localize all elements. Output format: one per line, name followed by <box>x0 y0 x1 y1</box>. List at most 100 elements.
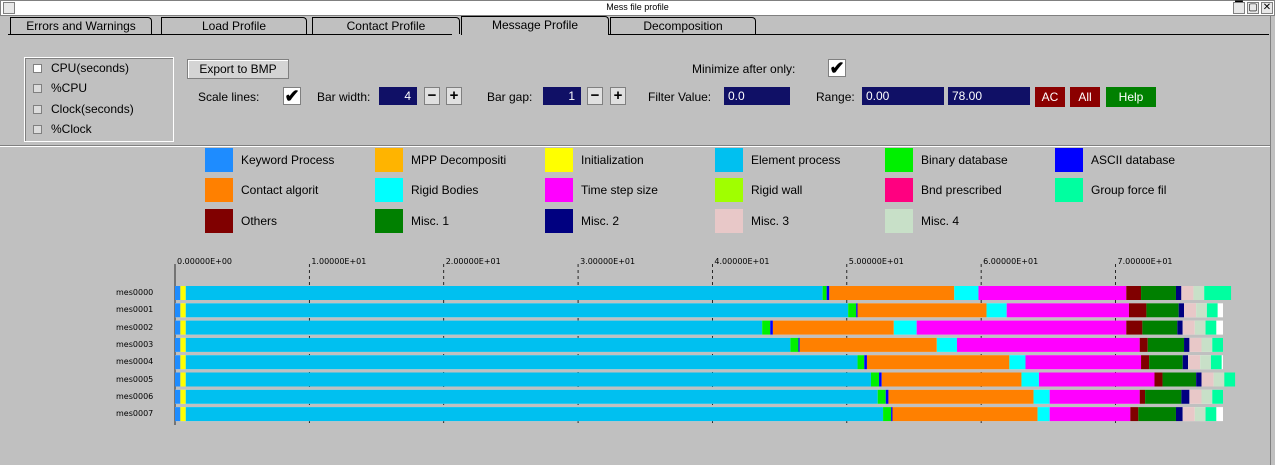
bar-segment-misc-3[interactable] <box>1201 372 1214 387</box>
bar-segment-others[interactable] <box>1128 303 1147 318</box>
bar-segment-misc-1[interactable] <box>1149 355 1183 370</box>
bar-segment-keyword-process[interactable] <box>175 303 181 318</box>
bar-segment-element-process[interactable] <box>185 320 763 335</box>
bar-segment-contact-algorit[interactable] <box>866 355 1010 370</box>
bar-segment-misc-2[interactable] <box>1184 337 1190 352</box>
bar-segment-rigid-bodies[interactable] <box>954 286 979 300</box>
bar-segment-keyword-process[interactable] <box>175 355 181 370</box>
bar-segment-group-force-fil[interactable] <box>1212 389 1223 404</box>
bar-segment-misc-2[interactable] <box>1196 372 1202 387</box>
bar-segment-time-step-size[interactable] <box>1038 372 1155 387</box>
bar-segment-misc-2[interactable] <box>1182 355 1189 370</box>
bar-segment-initialization[interactable] <box>180 320 186 335</box>
bar-segment-ascii-database[interactable] <box>879 372 882 387</box>
bar-segment-misc-4[interactable] <box>1213 372 1225 387</box>
bar-segment-element-process[interactable] <box>185 355 858 370</box>
bar-segment-time-step-size[interactable] <box>1006 303 1129 318</box>
bar-segment-rigid-bodies[interactable] <box>936 337 957 352</box>
bar-segment-rigid-bodies[interactable] <box>1009 355 1026 370</box>
bar-segment-time-step-size[interactable] <box>978 286 1127 300</box>
bar-segment-misc-4[interactable] <box>1193 286 1205 300</box>
bar-segment-rigid-bodies[interactable] <box>986 303 1007 318</box>
bar-segment-time-step-size[interactable] <box>956 337 1140 352</box>
bar-segment-others[interactable] <box>1139 389 1146 404</box>
bar-segment-misc-2[interactable] <box>1175 286 1182 300</box>
bar-segment-ascii-database[interactable] <box>885 389 889 404</box>
bar-segment-contact-algorit[interactable] <box>857 303 987 318</box>
bar-segment-group-force-fil[interactable] <box>1204 286 1232 300</box>
bar-segment-binary-database[interactable] <box>883 407 892 422</box>
bar-segment-group-force-fil[interactable] <box>1210 355 1222 370</box>
bar-segment-group-force-fil[interactable] <box>1206 303 1218 318</box>
bar-segment-initialization[interactable] <box>180 407 186 422</box>
bar-segment-group-force-fil[interactable] <box>1224 372 1236 387</box>
bar-segment-binary-database[interactable] <box>870 372 880 387</box>
bar-segment-time-step-size[interactable] <box>1049 407 1131 422</box>
bar-segment-time-step-size[interactable] <box>1049 389 1140 404</box>
bar-segment-misc-1[interactable] <box>1138 407 1176 422</box>
bar-segment-misc-1[interactable] <box>1142 320 1178 335</box>
bar-segment-misc-1[interactable] <box>1147 337 1185 352</box>
bar-segment-misc-3[interactable] <box>1184 303 1197 318</box>
bar-segment-misc-3[interactable] <box>1189 337 1202 352</box>
bar-segment-ascii-database[interactable] <box>770 320 773 335</box>
bar-segment-group-force-fil[interactable] <box>1212 337 1223 352</box>
bar-segment-keyword-process[interactable] <box>175 286 181 300</box>
bar-segment-time-step-size[interactable] <box>916 320 1127 335</box>
bar-segment-initialization[interactable] <box>180 303 186 318</box>
bar-segment-element-process[interactable] <box>185 389 878 404</box>
bar-segment-misc-2[interactable] <box>1181 389 1190 404</box>
bar-segment-ascii-database[interactable] <box>826 286 830 300</box>
bar-segment-keyword-process[interactable] <box>175 337 181 352</box>
bar-segment-misc-4[interactable] <box>1194 407 1206 422</box>
bar-segment-ascii-database[interactable] <box>856 303 858 318</box>
bar-segment-misc-4[interactable] <box>1194 320 1206 335</box>
bar-segment-misc-1[interactable] <box>1141 286 1176 300</box>
bar-segment-misc-1[interactable] <box>1146 303 1179 318</box>
bar-segment-misc-3[interactable] <box>1182 407 1195 422</box>
bar-segment-rigid-bodies[interactable] <box>1037 407 1050 422</box>
bar-segment-time-step-size[interactable] <box>1025 355 1142 370</box>
bar-segment-others[interactable] <box>1154 372 1163 387</box>
bar-segment-misc-2[interactable] <box>1175 407 1183 422</box>
bar-segment-ascii-database[interactable] <box>798 337 800 352</box>
bar-segment-initialization[interactable] <box>180 337 186 352</box>
bar-segment-misc-1[interactable] <box>1145 389 1182 404</box>
bar-segment-keyword-process[interactable] <box>175 389 181 404</box>
bar-segment-rigid-bodies[interactable] <box>1021 372 1039 387</box>
bar-segment-contact-algorit[interactable] <box>888 389 1034 404</box>
bar-segment-binary-database[interactable] <box>822 286 827 300</box>
bar-segment-group-force-fil[interactable] <box>1205 407 1217 422</box>
bar-segment-element-process[interactable] <box>185 337 791 352</box>
bar-segment-keyword-process[interactable] <box>175 407 181 422</box>
bar-segment-group-force-fil[interactable] <box>1205 320 1217 335</box>
bar-segment-ascii-database[interactable] <box>864 355 867 370</box>
bar-segment-misc-1[interactable] <box>1162 372 1197 387</box>
bar-segment-misc-4[interactable] <box>1201 337 1213 352</box>
bar-segment-misc-4[interactable] <box>1201 389 1213 404</box>
bar-segment-binary-database[interactable] <box>877 389 886 404</box>
bar-segment-element-process[interactable] <box>185 372 871 387</box>
bar-segment-others[interactable] <box>1126 286 1142 300</box>
bar-segment-misc-3[interactable] <box>1181 286 1194 300</box>
bar-segment-misc-4[interactable] <box>1196 303 1207 318</box>
bar-segment-binary-database[interactable] <box>848 303 857 318</box>
bar-segment-ascii-database[interactable] <box>891 407 893 422</box>
bar-segment-others[interactable] <box>1139 337 1148 352</box>
bar-segment-binary-database[interactable] <box>762 320 771 335</box>
bar-segment-misc-3[interactable] <box>1189 389 1202 404</box>
bar-segment-contact-algorit[interactable] <box>829 286 955 300</box>
bar-segment-initialization[interactable] <box>180 389 186 404</box>
bar-segment-contact-algorit[interactable] <box>799 337 937 352</box>
bar-segment-contact-algorit[interactable] <box>772 320 894 335</box>
bar-segment-element-process[interactable] <box>185 407 884 422</box>
bar-segment-keyword-process[interactable] <box>175 320 181 335</box>
bar-segment-misc-3[interactable] <box>1188 355 1201 370</box>
bar-segment-contact-algorit[interactable] <box>892 407 1038 422</box>
bar-segment-misc-2[interactable] <box>1177 320 1183 335</box>
bar-segment-rigid-bodies[interactable] <box>893 320 917 335</box>
bar-segment-initialization[interactable] <box>180 372 186 387</box>
bar-segment-others[interactable] <box>1141 355 1150 370</box>
bar-segment-misc-4[interactable] <box>1200 355 1211 370</box>
bar-segment-binary-database[interactable] <box>790 337 799 352</box>
